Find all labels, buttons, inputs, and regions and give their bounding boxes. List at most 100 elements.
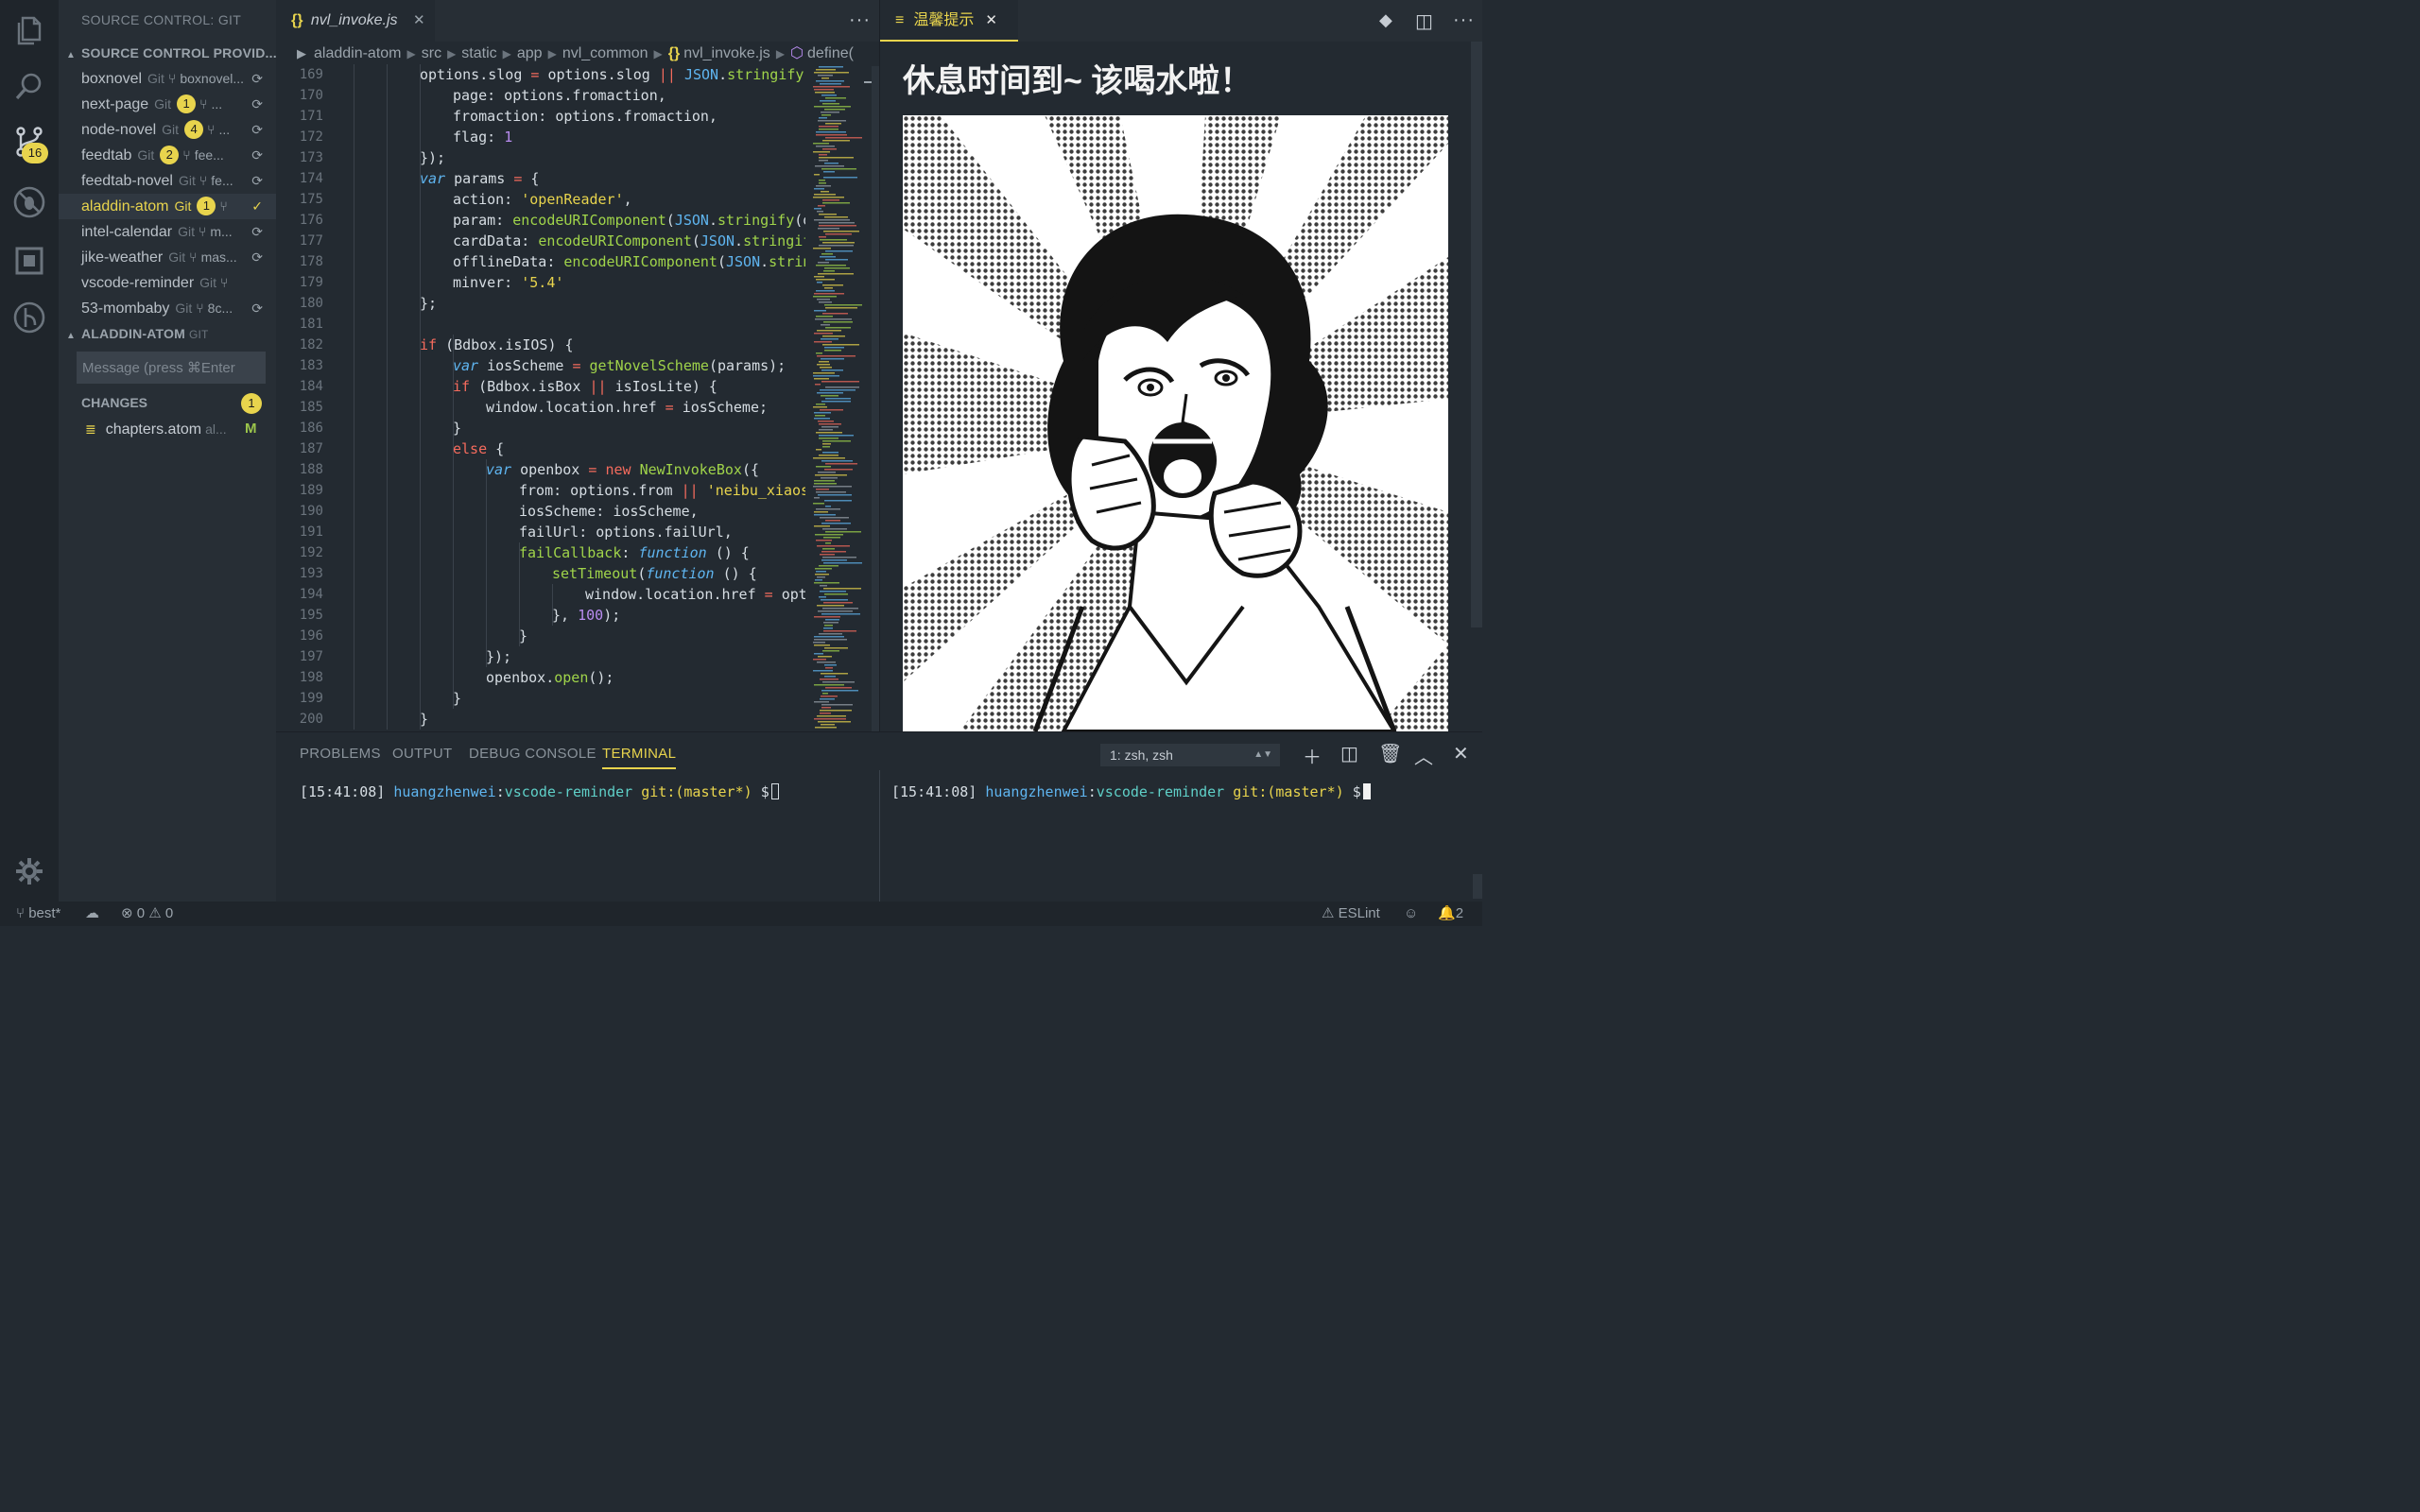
editor-scrollbar[interactable] — [872, 66, 879, 731]
repo-name: 53-mombaby — [81, 301, 170, 317]
sync-icon[interactable]: ⟳ — [251, 66, 263, 92]
commit-message-input[interactable] — [77, 352, 266, 384]
minimap[interactable] — [811, 66, 864, 731]
minimap-stroke — [822, 199, 839, 201]
extensions-icon[interactable] — [12, 244, 46, 278]
minimap-stroke — [814, 333, 833, 335]
line-number: 187 — [299, 441, 323, 456]
search-icon[interactable] — [12, 70, 46, 104]
code-line: } — [453, 690, 462, 707]
eslint-status[interactable]: ⚠ ESLint — [1322, 902, 1380, 926]
repo-item[interactable]: boxnovel Git ⑂ boxnovel... ⟳ — [59, 66, 276, 92]
minimap-stroke — [814, 511, 828, 513]
split-terminal-icon[interactable]: ◫ — [1340, 742, 1358, 765]
breadcrumb-item[interactable]: nvl_common — [562, 45, 648, 61]
minimap-stroke — [819, 180, 825, 181]
close-panel-icon[interactable]: ✕ — [1453, 742, 1469, 765]
breadcrumb-item[interactable]: nvl_invoke.js — [683, 45, 770, 61]
tab-debug-console[interactable]: DEBUG CONSOLE — [469, 746, 596, 762]
repo-section-header[interactable]: ▲ ALADDIN-ATOM GIT — [66, 326, 209, 341]
repo-item[interactable]: aladdin-atom Git 1 ⑂ ✓ — [59, 194, 276, 219]
minimap-stroke — [824, 625, 833, 627]
split-editor-icon[interactable]: ◫ — [1415, 9, 1433, 33]
terminal-right[interactable]: [15:41:08] huangzhenwei:vscode-reminder … — [891, 783, 1371, 800]
minimap-stroke — [814, 480, 835, 482]
minimap-stroke — [814, 276, 824, 278]
debug-icon[interactable] — [12, 185, 46, 219]
problems-status[interactable]: ⊗ 0 ⚠ 0 — [121, 902, 173, 926]
sync-icon[interactable]: ⟳ — [251, 296, 263, 321]
minimap-stroke — [815, 727, 837, 729]
repo-item[interactable]: node-novel Git 4 ⑂... ⟳ — [59, 117, 276, 143]
repo-item[interactable]: intel-calendar Git ⑂ m... ⟳ — [59, 219, 276, 245]
minimap-stroke — [819, 225, 856, 227]
tab-problems[interactable]: PROBLEMS — [300, 746, 381, 762]
bell-icon: 🔔 — [1438, 905, 1456, 921]
repo-item[interactable]: feedtab Git 2 ⑂ fee... ⟳ — [59, 143, 276, 168]
line-number: 196 — [299, 628, 323, 644]
settings-gear-icon[interactable] — [12, 854, 46, 888]
sync-icon[interactable]: ⟳ — [251, 143, 263, 168]
terminal-split-divider[interactable] — [879, 770, 880, 902]
providers-section-header[interactable]: ▲ SOURCE CONTROL PROVID... — [66, 45, 276, 60]
new-terminal-icon[interactable]: ＋ — [1303, 742, 1322, 769]
more-actions-icon[interactable]: ··· — [1453, 9, 1475, 31]
terminal-left[interactable]: [15:41:08] huangzhenwei:vscode-reminder … — [300, 783, 779, 800]
source-control-sidebar: SOURCE CONTROL: GIT ▲ SOURCE CONTROL PROV… — [59, 0, 276, 902]
sync-icon[interactable]: ⟳ — [251, 245, 263, 270]
sync-cloud-icon[interactable]: ☁ — [85, 902, 99, 926]
chevron-right-icon: ▶ — [547, 47, 557, 60]
minimap-stroke — [814, 644, 830, 646]
line-number: 180 — [299, 296, 323, 311]
minimap-stroke — [813, 375, 839, 377]
breadcrumb-item[interactable]: static — [461, 45, 496, 61]
code-line: var iosScheme = getNovelScheme(params); — [453, 357, 786, 374]
breadcrumb-root-icon: ▶ — [297, 46, 306, 60]
sync-icon[interactable]: ⟳ — [251, 168, 263, 194]
sync-icon[interactable]: ⟳ — [251, 92, 263, 117]
breadcrumb-item[interactable]: aladdin-atom — [314, 45, 402, 61]
minimap-stroke — [821, 253, 833, 255]
breadcrumb-item[interactable]: src — [422, 45, 441, 61]
file-lines-icon: ≡ — [895, 12, 905, 28]
notifications-status[interactable]: 🔔2 — [1438, 902, 1463, 926]
close-tab-icon[interactable]: ✕ — [985, 12, 997, 28]
change-item[interactable]: ≣ chapters.atom al... M — [85, 419, 257, 440]
code-view[interactable]: 169 170 171 172 173 174 175 176 177 178 179 180 181 1… — [276, 64, 805, 730]
explorer-icon[interactable] — [12, 13, 46, 47]
minimap-stroke — [813, 143, 829, 145]
commit-check-icon[interactable]: ✓ — [251, 194, 263, 219]
terminal-scrollbar[interactable] — [1473, 874, 1482, 899]
repo-item[interactable]: 53-mombaby Git ⑂ 8c... ⟳ — [59, 296, 276, 321]
sync-icon[interactable]: ⟳ — [251, 219, 263, 245]
kill-terminal-trash-icon[interactable]: 🗑 — [1378, 742, 1402, 765]
sync-icon[interactable]: ⟳ — [251, 117, 263, 143]
open-changes-icon[interactable]: ◆ — [1379, 10, 1392, 30]
tab-nvl-invoke[interactable]: {} nvl_invoke.js ✕ — [276, 0, 435, 42]
tab-output[interactable]: OUTPUT — [392, 746, 452, 762]
tab-reminder[interactable]: ≡ 温馨提示 ✕ — [880, 0, 1018, 42]
tab-terminal[interactable]: TERMINAL — [602, 746, 677, 769]
feedback-smiley-icon[interactable]: ☺ — [1404, 902, 1418, 926]
eslint-label: ESLint — [1338, 905, 1380, 921]
terminal-selector[interactable]: 1: zsh, zsh ▲▼ — [1100, 744, 1280, 766]
minimap-stroke — [824, 664, 837, 666]
minimap-stroke — [824, 647, 848, 649]
branch-status[interactable]: ⑂ best* — [16, 902, 60, 926]
breadcrumb-item[interactable]: app — [517, 45, 543, 61]
close-tab-icon[interactable]: ✕ — [413, 12, 425, 28]
repo-item[interactable]: jike-weather Git ⑂ mas... ⟳ — [59, 245, 276, 270]
minimap-stroke — [824, 676, 836, 678]
webview-scrollbar[interactable] — [1471, 42, 1482, 627]
repo-item[interactable]: vscode-reminder Git ⑂ — [59, 270, 276, 296]
minimap-stroke — [813, 457, 845, 459]
gitlens-icon[interactable] — [12, 301, 46, 335]
repo-item[interactable]: feedtab-novel Git ⑂ fe... ⟳ — [59, 168, 276, 194]
repo-item[interactable]: next-page Git 1 ⑂... ⟳ — [59, 92, 276, 117]
maximize-panel-chevron-up-icon[interactable]: ︿ — [1414, 742, 1433, 769]
changes-header[interactable]: CHANGES — [81, 395, 147, 410]
minimap-stroke — [816, 540, 832, 541]
more-actions-icon[interactable]: ··· — [849, 9, 871, 31]
minimap-stroke — [822, 140, 850, 142]
breadcrumb-item[interactable]: define( — [807, 45, 854, 61]
